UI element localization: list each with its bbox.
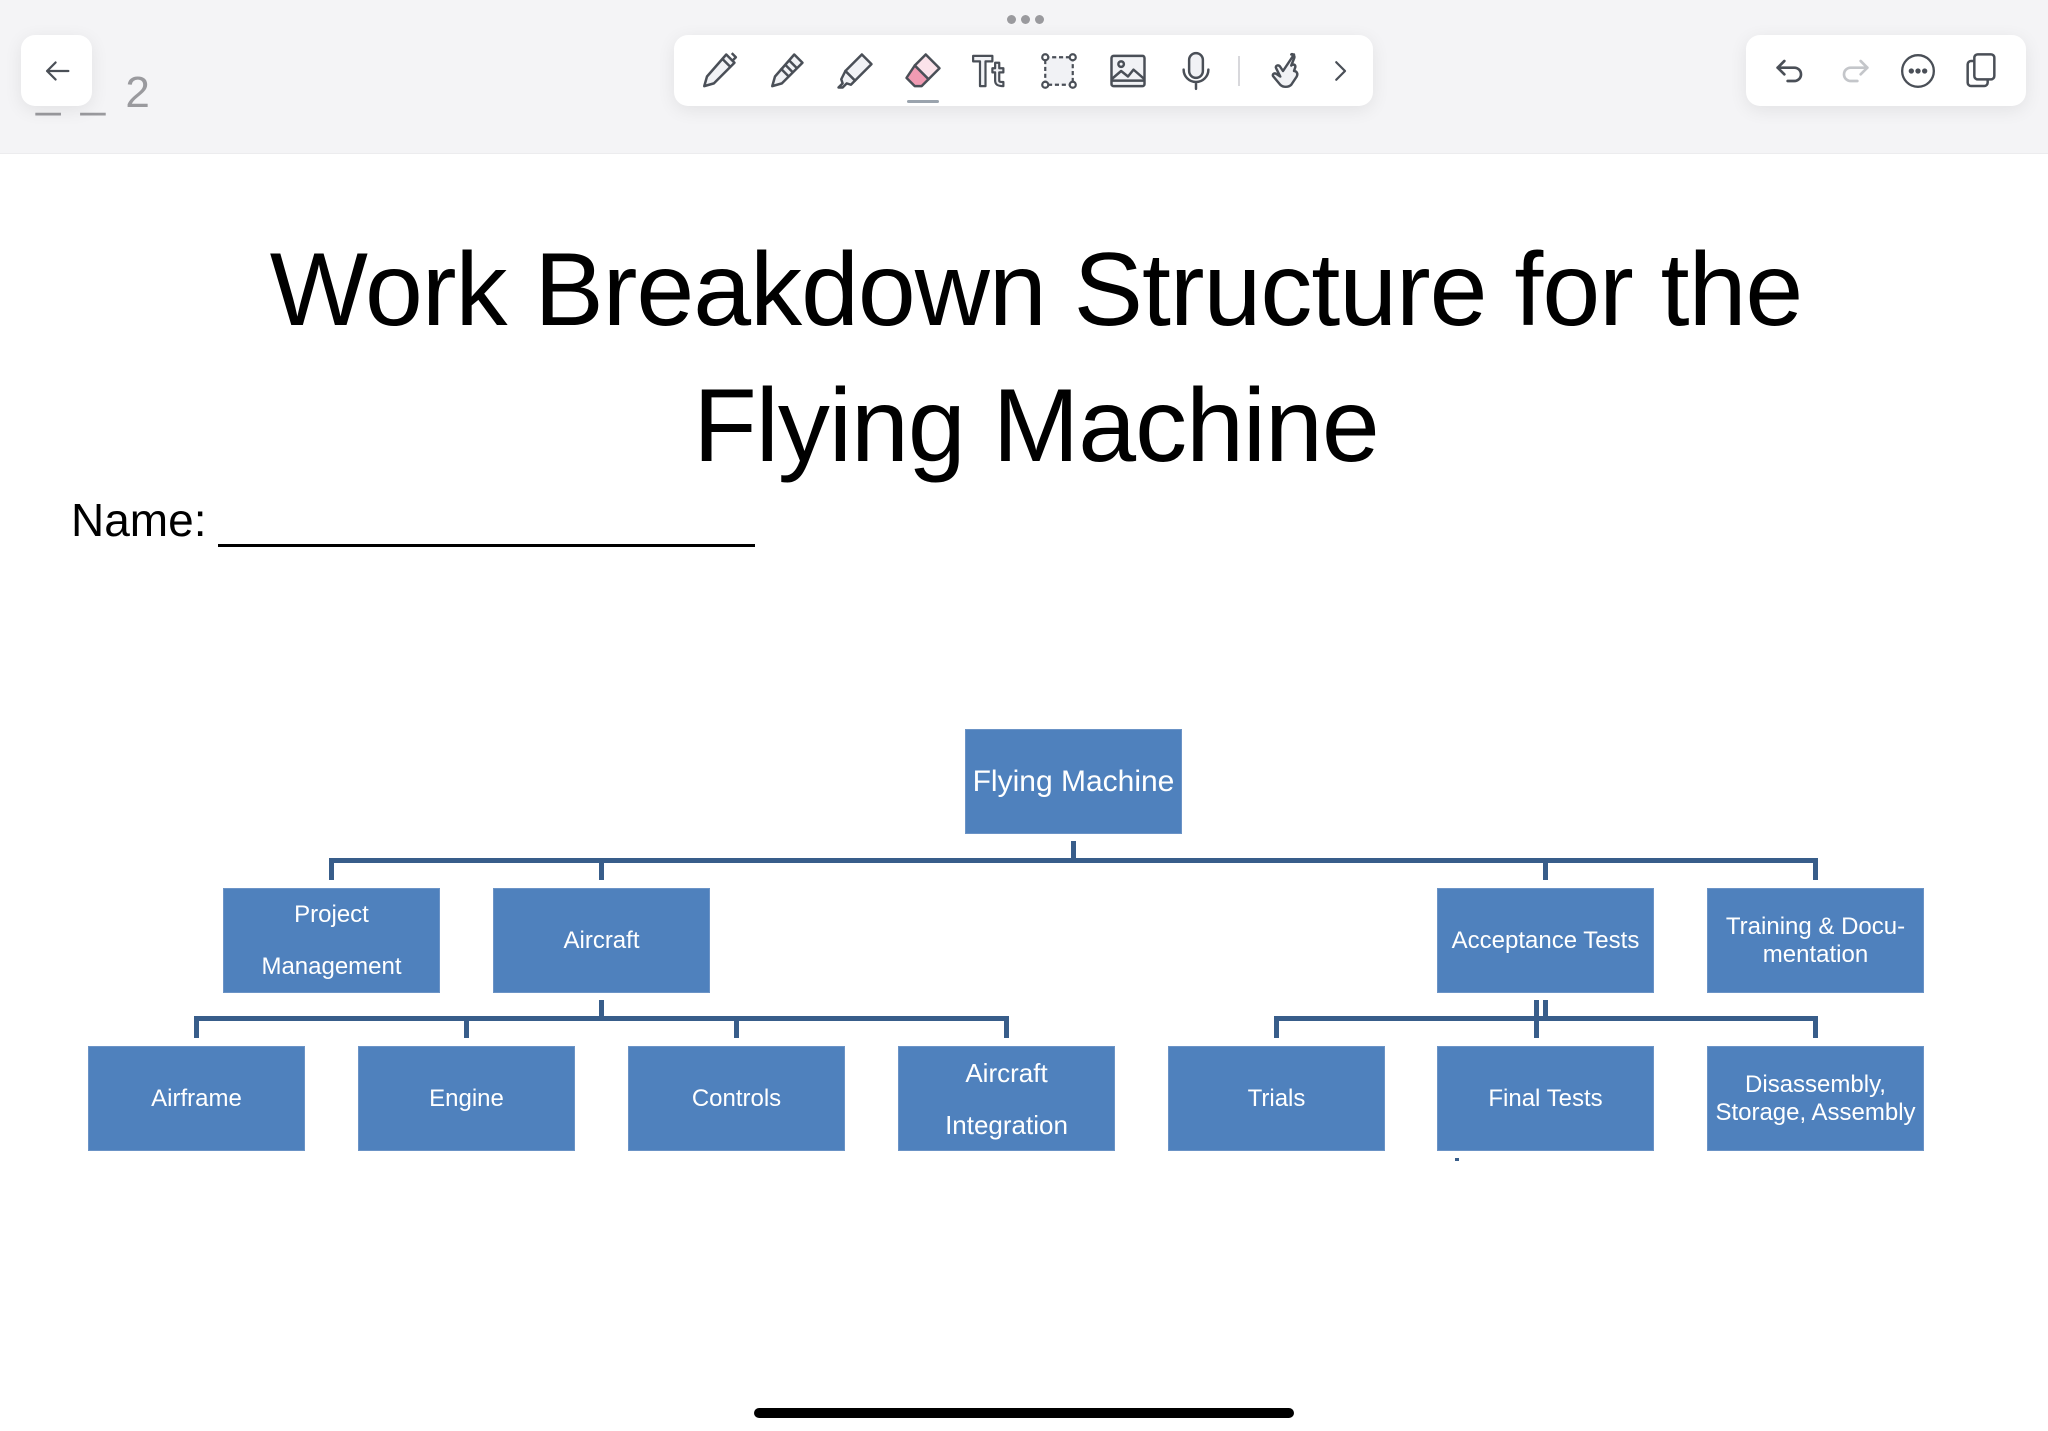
connector [329, 858, 1818, 863]
connector [1004, 1016, 1009, 1038]
pen-tool[interactable] [692, 45, 744, 97]
connector [194, 1016, 199, 1038]
drag-handle[interactable] [1005, 15, 1045, 25]
wbs-disassembly-storage-assembly: Disassembly, Storage, Assembly [1707, 1046, 1924, 1151]
app-top-bar: _ _ 2 [0, 0, 2048, 154]
wbs-aircraft: Aircraft [493, 888, 710, 993]
back-button[interactable] [21, 35, 92, 106]
lasso-tool[interactable] [1033, 45, 1085, 97]
home-indicator[interactable] [754, 1408, 1294, 1418]
title-line-1: Work Breakdown Structure for the [269, 232, 1804, 348]
audio-tool[interactable] [1170, 45, 1222, 97]
connector [1813, 1016, 1818, 1038]
wbs-root: Flying Machine [965, 729, 1182, 834]
connector [194, 1016, 1009, 1021]
wbs-project-management: Project Management [223, 888, 440, 993]
hand-touch-icon [1271, 52, 1299, 88]
text-tool-icon [972, 54, 1005, 87]
chevron-right-icon [1335, 60, 1347, 81]
name-label: Name: [71, 494, 207, 546]
wbs-final-tests: Final Tests [1437, 1046, 1654, 1151]
connector [734, 1016, 739, 1038]
stray-mark [1455, 1158, 1459, 1161]
eraser-tool[interactable] [897, 45, 949, 103]
more-icon [1900, 53, 1935, 88]
title-line-2: Flying Machine [693, 368, 1379, 484]
wbs-trials: Trials [1168, 1046, 1385, 1151]
touch-tool[interactable] [1257, 45, 1309, 97]
pencil-icon [771, 52, 805, 87]
wbs-training-documentation: Training & Docu- mentation [1707, 888, 1924, 993]
wbs-aircraft-integration: Aircraft Integration [898, 1046, 1115, 1151]
pen-icon [703, 51, 738, 87]
image-tool[interactable] [1102, 45, 1154, 97]
image-icon [1110, 54, 1146, 87]
microphone-icon [1182, 51, 1210, 90]
name-blank-line[interactable] [218, 504, 756, 547]
arrow-left-icon [45, 60, 69, 81]
more-button[interactable] [1895, 45, 1941, 97]
connector [1274, 1016, 1818, 1021]
eraser-icon [905, 52, 941, 87]
right-toolbar [1746, 35, 2026, 106]
connector [1813, 858, 1818, 880]
lasso-select-icon [1041, 52, 1078, 89]
redo-button[interactable] [1831, 45, 1877, 97]
undo-button[interactable] [1768, 45, 1814, 97]
wbs-controls: Controls [628, 1046, 845, 1151]
redo-icon [1843, 59, 1869, 82]
highlighter-tool[interactable] [829, 45, 881, 97]
pages-icon [1966, 52, 1996, 87]
text-tool[interactable] [965, 45, 1017, 97]
document-title: Work Breakdown Structure for the Flying … [0, 222, 2048, 494]
more-tools-button[interactable] [1325, 45, 1355, 97]
toolbar-divider [1238, 55, 1241, 86]
undo-icon [1776, 59, 1803, 82]
highlighter-icon [836, 52, 873, 89]
pages-button[interactable] [1958, 45, 2004, 97]
wbs-airframe: Airframe [88, 1046, 305, 1151]
connector [599, 858, 604, 880]
connector [1543, 858, 1548, 880]
connector [1274, 1016, 1279, 1038]
name-field: Name: [71, 493, 756, 547]
wbs-acceptance-tests: Acceptance Tests [1437, 888, 1654, 993]
wbs-engine: Engine [358, 1046, 575, 1151]
connector [464, 1016, 469, 1038]
pencil-tool[interactable] [760, 45, 812, 97]
connector [329, 858, 334, 880]
tool-palette [674, 35, 1373, 106]
